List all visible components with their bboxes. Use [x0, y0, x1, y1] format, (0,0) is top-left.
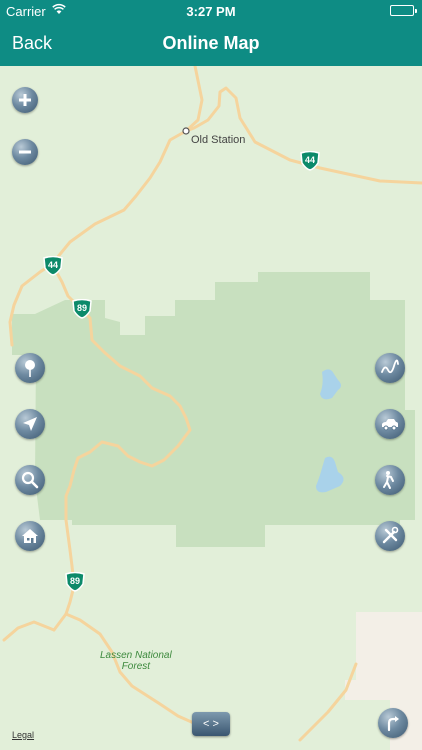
minus-icon	[19, 150, 31, 154]
status-bar: Carrier 3:27 PM	[0, 0, 422, 22]
route-icon	[381, 359, 399, 374]
tools-icon	[382, 526, 399, 544]
location-arrow-icon	[23, 417, 37, 431]
zoom-in-button[interactable]	[12, 87, 38, 113]
directions-button[interactable]	[378, 708, 408, 738]
plus-icon	[19, 94, 31, 106]
highway-shield: 44	[42, 256, 64, 276]
forest-label: Lassen National Forest	[100, 650, 172, 672]
navigation-bar: Back Online Map	[0, 22, 422, 66]
turn-arrow-icon	[387, 716, 399, 732]
map-canvas	[0, 66, 422, 750]
highway-shield: 89	[71, 299, 93, 319]
locate-button[interactable]	[15, 409, 45, 439]
tools-button[interactable]	[375, 521, 405, 551]
zoom-out-button[interactable]	[12, 139, 38, 165]
map-view[interactable]: Old Station Lassen National Forest 44 44…	[0, 66, 422, 750]
search-button[interactable]	[15, 465, 45, 495]
clock: 3:27 PM	[186, 4, 236, 19]
place-label-old-station: Old Station	[191, 134, 246, 146]
route-button[interactable]	[375, 353, 405, 383]
page-toggle-button[interactable]: < >	[192, 712, 230, 736]
search-icon	[21, 471, 39, 489]
legal-link[interactable]: Legal	[12, 730, 34, 740]
pedestrian-button[interactable]	[375, 465, 405, 495]
pin-button[interactable]	[15, 353, 45, 383]
home-button[interactable]	[15, 521, 45, 551]
highway-shield: 44	[299, 151, 321, 171]
pin-icon	[25, 360, 35, 377]
car-button[interactable]	[375, 409, 405, 439]
battery-icon	[390, 5, 417, 16]
car-icon	[382, 419, 398, 431]
house-icon	[22, 529, 38, 543]
pedestrian-icon	[383, 471, 394, 489]
page-title: Online Map	[162, 33, 260, 53]
highway-shield: 89	[64, 572, 86, 592]
